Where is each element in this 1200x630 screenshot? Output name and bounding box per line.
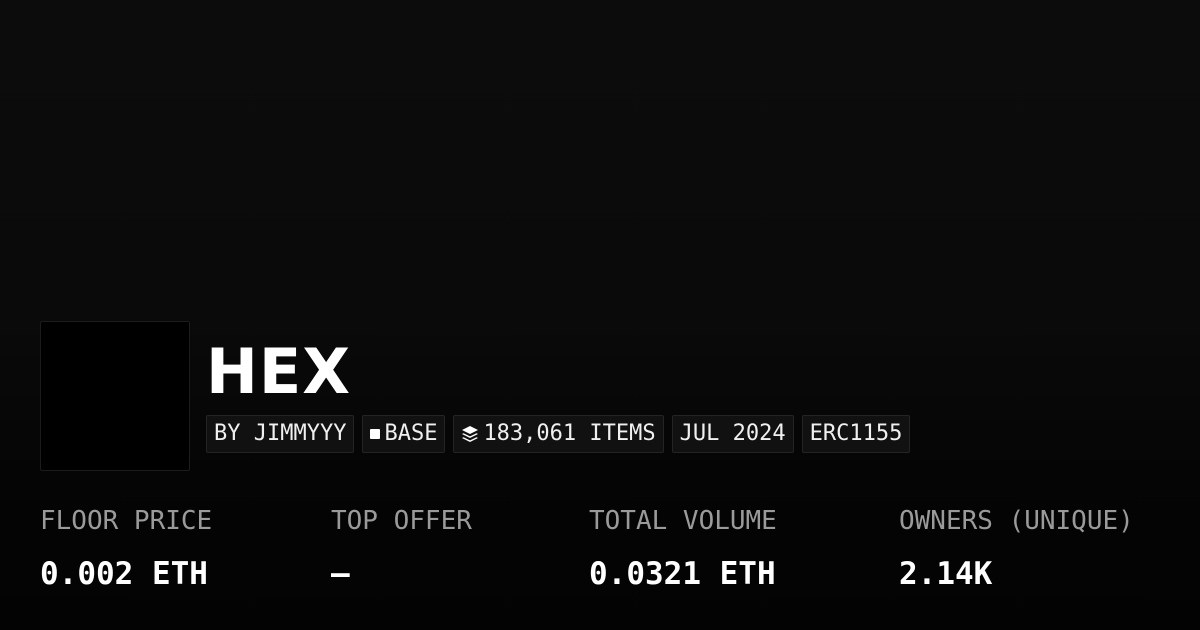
standard-label: ERC1155	[809, 421, 903, 446]
standard-tag: ERC1155	[801, 415, 911, 453]
stat-owners: OWNERS (UNIQUE) 2.14K	[899, 504, 1134, 592]
collection-thumbnail	[40, 321, 190, 471]
creator-label: BY JIMMYYY	[214, 421, 347, 446]
stat-label: TOP OFFER	[331, 506, 472, 536]
creator-tag[interactable]: BY JIMMYYY	[206, 415, 355, 453]
stat-value: –	[331, 556, 350, 592]
stat-label: OWNERS (UNIQUE)	[899, 506, 1134, 536]
items-label: 183,061 ITEMS	[483, 421, 656, 446]
items-tag: 183,061 ITEMS	[453, 415, 664, 453]
chain-tag[interactable]: BASE	[362, 415, 446, 453]
stat-value: 2.14K	[899, 556, 993, 592]
base-chain-icon	[370, 429, 381, 439]
stat-value: 0.002 ETH	[40, 556, 208, 592]
stat-label: TOTAL VOLUME	[589, 506, 777, 536]
stat-total-volume: TOTAL VOLUME 0.0321 ETH	[589, 504, 777, 592]
chain-label: BASE	[384, 421, 438, 446]
date-label: JUL 2024	[679, 421, 786, 446]
collection-title: HEX	[206, 335, 352, 408]
collection-card: HEX BY JIMMYYY BASE 183,061 ITEMS JUL 20…	[0, 0, 1200, 630]
stat-top-offer: TOP OFFER –	[331, 504, 472, 592]
stat-label: FLOOR PRICE	[40, 506, 213, 536]
collection-tags: BY JIMMYYY BASE 183,061 ITEMS JUL 2024 E…	[206, 415, 911, 453]
date-tag: JUL 2024	[671, 415, 794, 453]
stat-floor-price: FLOOR PRICE 0.002 ETH	[40, 504, 212, 592]
layers-icon	[461, 425, 479, 443]
stat-value: 0.0321 ETH	[589, 556, 776, 592]
